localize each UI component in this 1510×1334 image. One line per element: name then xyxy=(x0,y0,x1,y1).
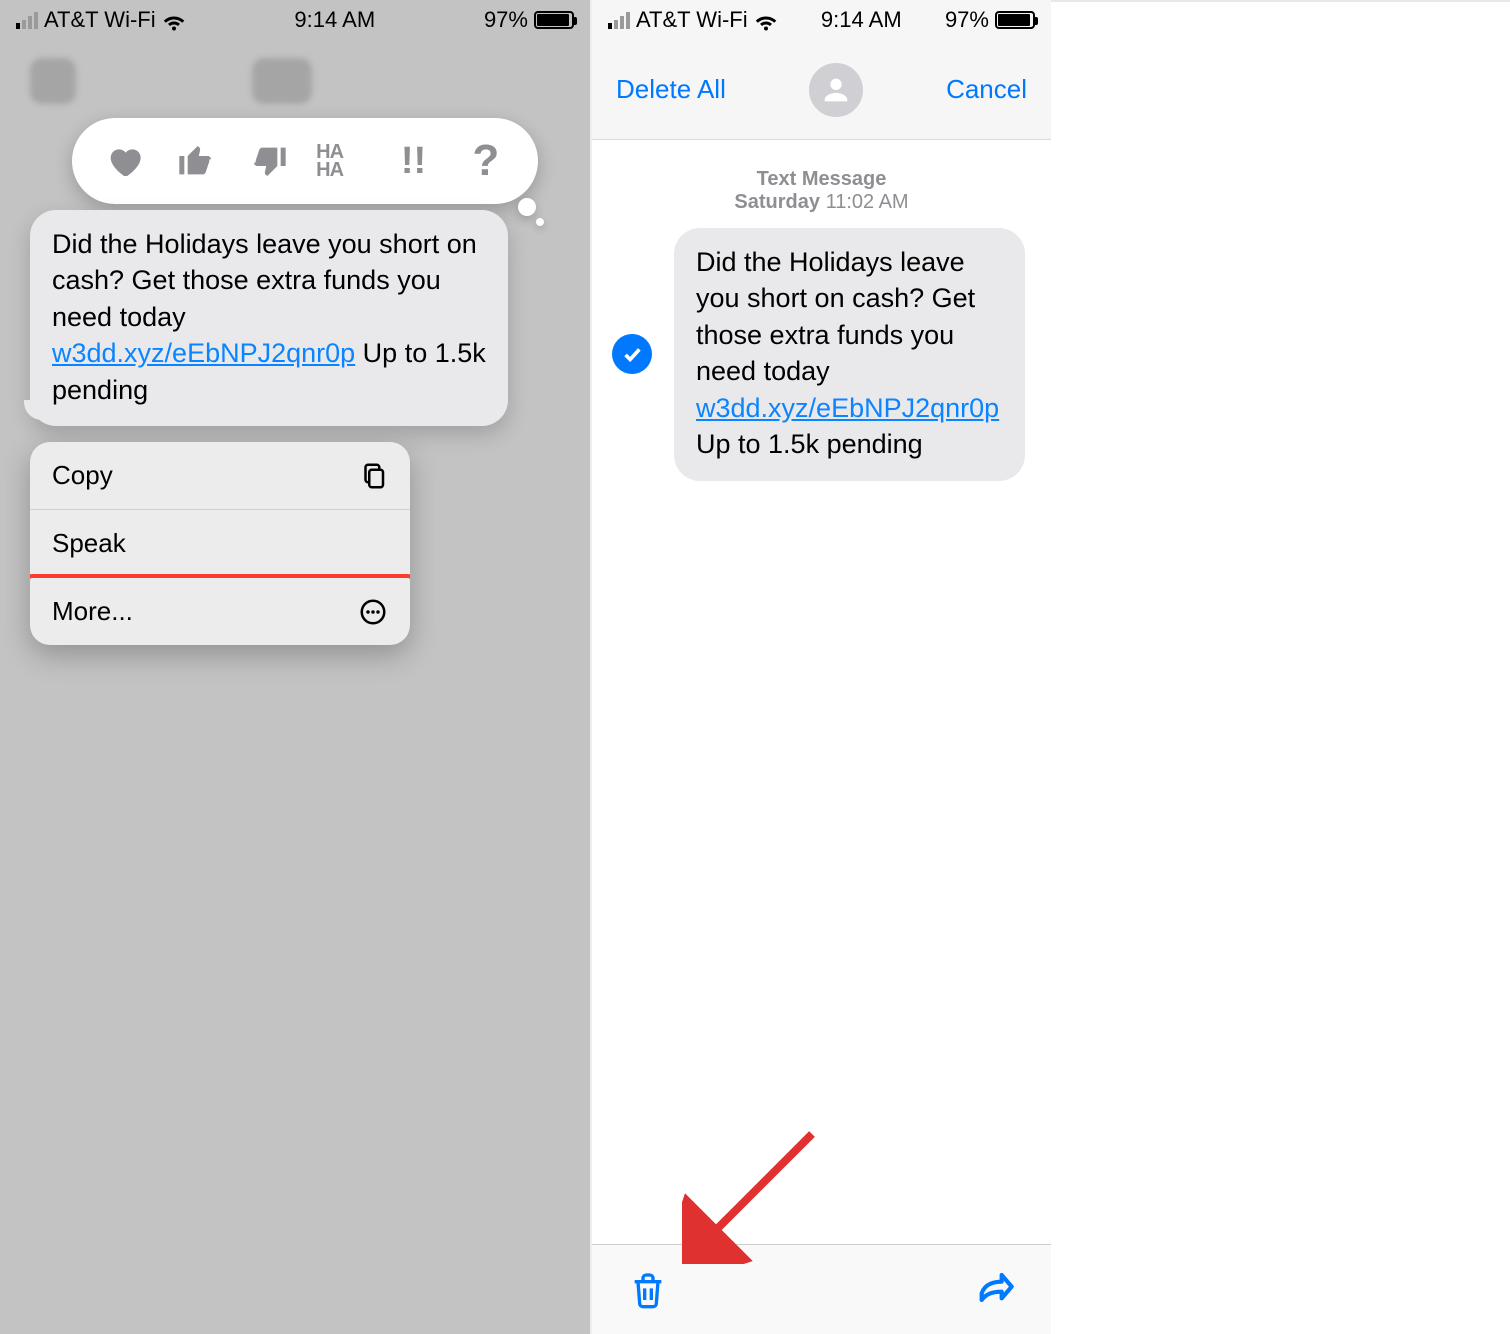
message-text: Did the Holidays leave you short on cash… xyxy=(696,247,975,386)
speak-button[interactable]: Speak xyxy=(30,510,410,578)
check-icon xyxy=(621,343,643,365)
annotation-arrow xyxy=(682,1124,822,1264)
more-button[interactable]: More... xyxy=(30,578,410,645)
signal-icon xyxy=(16,11,38,29)
battery-pct-label: 97% xyxy=(945,7,989,33)
battery-pct-label: 97% xyxy=(484,7,528,33)
copy-label: Copy xyxy=(52,460,113,491)
status-bar: AT&T Wi-Fi 9:14 AM 97% xyxy=(592,0,1051,40)
message-bubble[interactable]: Did the Holidays leave you short on cash… xyxy=(674,228,1025,481)
copy-icon xyxy=(358,461,388,491)
message-timestamp: Text Message Saturday 11:02 AM xyxy=(592,168,1051,214)
person-icon xyxy=(819,73,853,107)
haha-icon[interactable]: HA HA xyxy=(316,136,366,186)
carrier-label: AT&T Wi-Fi xyxy=(636,7,748,33)
message-text: Up to 1.5k pending xyxy=(696,429,923,459)
thumbs-down-icon[interactable] xyxy=(244,136,294,186)
message-row[interactable]: Did the Holidays leave you short on cash… xyxy=(592,214,1051,481)
context-menu-screen: AT&T Wi-Fi 9:14 AM 97% xyxy=(0,0,590,1334)
battery-icon xyxy=(995,11,1035,29)
thumbs-up-icon[interactable] xyxy=(171,136,221,186)
blank-area xyxy=(1051,0,1510,1334)
message-link[interactable]: w3dd.xyz/eEbNPJ2qnr0p xyxy=(52,338,355,368)
action-menu: Copy Speak More... xyxy=(30,442,410,645)
wifi-icon xyxy=(754,8,778,32)
clock-label: 9:14 AM xyxy=(294,7,375,33)
question-icon[interactable]: ? xyxy=(461,136,511,186)
annotation-highlight: More... xyxy=(30,574,410,645)
emphasis-icon[interactable]: !! xyxy=(388,136,438,186)
selection-checkmark[interactable] xyxy=(612,334,652,374)
copy-button[interactable]: Copy xyxy=(30,442,410,510)
tapback-tail xyxy=(536,218,544,226)
tapback-bar: HA HA !! ? xyxy=(72,118,538,204)
nav-bar: Delete All Cancel xyxy=(592,40,1051,140)
trash-icon[interactable] xyxy=(628,1270,668,1310)
select-mode-screen: AT&T Wi-Fi 9:14 AM 97% Delete All Cancel… xyxy=(590,0,1051,1334)
blurred-nav xyxy=(0,40,590,130)
message-link[interactable]: w3dd.xyz/eEbNPJ2qnr0p xyxy=(696,393,999,423)
speak-label: Speak xyxy=(52,528,126,559)
ellipsis-circle-icon xyxy=(358,597,388,627)
battery-icon xyxy=(534,11,574,29)
message-text: Did the Holidays leave you short on cash… xyxy=(52,229,477,332)
delete-all-button[interactable]: Delete All xyxy=(616,74,726,105)
wifi-icon xyxy=(162,8,186,32)
signal-icon xyxy=(608,11,630,29)
tapback-tail xyxy=(518,198,536,216)
bottom-toolbar xyxy=(592,1244,1051,1334)
more-label: More... xyxy=(52,596,133,627)
heart-icon[interactable] xyxy=(99,136,149,186)
status-bar: AT&T Wi-Fi 9:14 AM 97% xyxy=(0,0,590,40)
clock-label: 9:14 AM xyxy=(821,7,902,33)
cancel-button[interactable]: Cancel xyxy=(946,74,1027,105)
message-bubble[interactable]: Did the Holidays leave you short on cash… xyxy=(30,210,508,426)
avatar[interactable] xyxy=(809,63,863,117)
carrier-label: AT&T Wi-Fi xyxy=(44,7,156,33)
forward-icon[interactable] xyxy=(975,1270,1015,1310)
